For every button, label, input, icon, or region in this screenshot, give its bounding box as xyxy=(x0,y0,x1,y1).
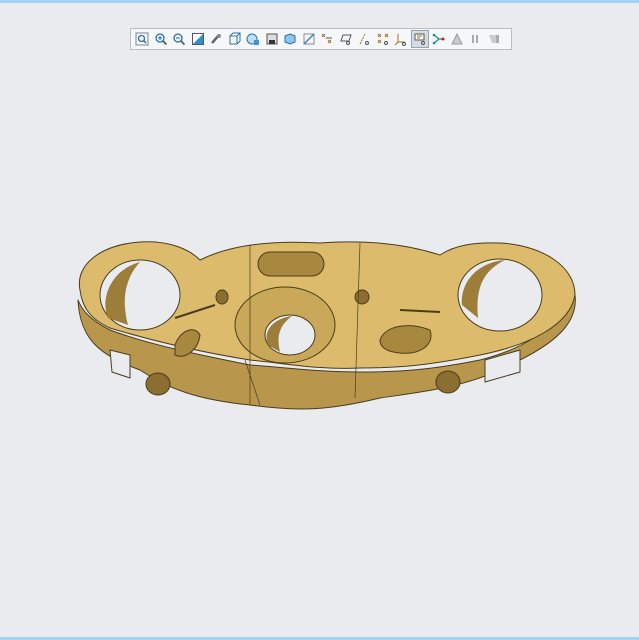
shaded-view-button[interactable] xyxy=(281,30,300,48)
point-display-button[interactable] xyxy=(374,30,393,48)
zoom-out-icon xyxy=(173,33,186,46)
repaint-icon xyxy=(191,33,204,45)
stop-icon xyxy=(488,35,499,43)
refit-button[interactable] xyxy=(133,30,152,48)
view-manager-icon xyxy=(246,33,260,45)
saved-orientations-button[interactable] xyxy=(226,30,245,48)
refit-icon xyxy=(135,32,149,46)
display-style-icon xyxy=(266,33,278,45)
zoom-in-button[interactable] xyxy=(152,30,171,48)
csys-display-button[interactable] xyxy=(392,30,411,48)
section-icon xyxy=(303,33,315,45)
triangle-button[interactable] xyxy=(448,30,467,48)
display-style-button[interactable] xyxy=(263,30,282,48)
axis-display-icon xyxy=(359,33,370,45)
triangle-icon xyxy=(450,32,463,45)
annotation-display-icon xyxy=(414,33,425,45)
triple-clamp-model[interactable] xyxy=(0,55,639,635)
saved-orientations-icon xyxy=(229,32,241,45)
csys-display-icon xyxy=(394,34,407,46)
connect-button[interactable] xyxy=(429,30,448,48)
plane-display-button[interactable] xyxy=(337,30,356,48)
axis-display-button[interactable] xyxy=(355,30,374,48)
pause-icon xyxy=(472,35,479,43)
window-top-border xyxy=(0,0,639,3)
stop-button[interactable] xyxy=(485,30,504,48)
shaded-view-icon xyxy=(284,33,296,45)
graphics-toolbar xyxy=(130,28,512,50)
repaint-button[interactable] xyxy=(189,30,208,48)
zoom-out-button[interactable] xyxy=(170,30,189,48)
datum-display-icon xyxy=(321,33,333,44)
view-manager-button[interactable] xyxy=(244,30,263,48)
section-button[interactable] xyxy=(300,30,319,48)
pause-button[interactable] xyxy=(466,30,485,48)
plane-display-icon xyxy=(340,34,352,45)
graphics-viewport[interactable] xyxy=(0,55,639,635)
annotation-display-button[interactable] xyxy=(410,30,429,48)
datum-display-button[interactable] xyxy=(318,30,337,48)
connect-icon xyxy=(432,33,445,45)
spin-center-icon xyxy=(211,34,222,44)
point-display-icon xyxy=(377,33,389,45)
spin-center-button[interactable] xyxy=(207,30,226,48)
zoom-in-icon xyxy=(155,33,167,46)
